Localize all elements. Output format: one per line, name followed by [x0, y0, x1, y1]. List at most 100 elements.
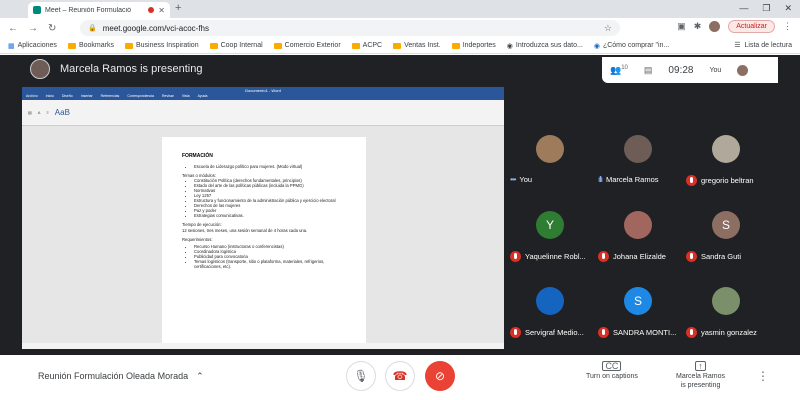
- ribbon-style-sample: AaB: [54, 108, 70, 117]
- word-tab: Ayuda: [197, 94, 208, 98]
- document-page: FORMACIÓN Escuela de Liderazgo político …: [162, 137, 366, 343]
- word-tab: Inicio: [45, 94, 54, 98]
- participant-avatar: [712, 135, 740, 163]
- word-tab: Diseño: [61, 94, 73, 98]
- avatar-initial: S: [721, 218, 730, 232]
- meeting-title: Reunión Formulación Oleada Morada: [38, 371, 189, 381]
- presenter-bar: Marcela Ramos is presenting: [30, 59, 202, 79]
- chat-icon[interactable]: ▤: [644, 65, 653, 76]
- meeting-details[interactable]: Reunión Formulación Oleada Morada ⌃: [38, 371, 204, 382]
- profile-avatar[interactable]: [709, 21, 721, 32]
- bookmark-business-inspiration[interactable]: Business Inspiration: [124, 42, 199, 49]
- participant-name: gregorio beltran: [701, 176, 754, 185]
- participant-tile-sandra-guti[interactable]: S Sandra Guti: [682, 201, 770, 273]
- apps-grid-icon: ▦: [8, 42, 15, 50]
- participant-name: Sandra Guti: [701, 252, 742, 261]
- participant-tile-yasmin[interactable]: yasmin gonzalez: [682, 277, 770, 349]
- site-icon: ◉: [593, 42, 600, 50]
- shared-screen: Documento1 - Word Archivo Inicio Diseño …: [22, 87, 504, 349]
- folder-icon: [67, 42, 76, 49]
- bookmark-comercio-exterior[interactable]: Comercio Exterior: [273, 42, 341, 49]
- bookmark-star-icon[interactable]: ☆: [604, 23, 612, 34]
- leave-call-button[interactable]: ☎: [385, 361, 415, 391]
- recording-indicator-icon: [148, 7, 155, 13]
- folder-icon: [209, 42, 218, 49]
- doc-req-title: Requerimientos:: [182, 236, 213, 242]
- mic-off-icon: [598, 327, 609, 338]
- bookmark-acpc[interactable]: ACPC: [351, 42, 382, 49]
- bookmark-indeportes[interactable]: Indeportes: [451, 42, 496, 49]
- close-window-button[interactable]: ✕: [784, 3, 792, 14]
- folder-icon: [273, 42, 282, 49]
- folder-icon: [393, 42, 402, 49]
- url-text: meet.google.com/vci-acoc-fhs: [102, 23, 209, 33]
- doc-topics-list: Constitución Política (derechos fundamen…: [194, 178, 346, 218]
- self-thumbnail-avatar[interactable]: [737, 64, 749, 76]
- speaking-indicator-icon: •••: [510, 175, 516, 184]
- participant-avatar: [536, 287, 564, 315]
- ribbon-clipboard-icon: ▤: [28, 110, 32, 115]
- lock-icon[interactable]: 🔒: [88, 24, 97, 32]
- participant-tile-gregorio[interactable]: gregorio beltran: [682, 125, 770, 197]
- bookmark-introduzca[interactable]: ◉ Introduzca sus dato...: [507, 42, 583, 50]
- participant-name: Johana Elizalde: [613, 252, 666, 261]
- self-label: You: [709, 66, 722, 74]
- folder-icon: [451, 42, 460, 49]
- address-bar[interactable]: 🔒 meet.google.com/vci-acoc-fhs ☆: [80, 20, 620, 36]
- close-tab-icon[interactable]: ✕: [158, 6, 165, 15]
- word-status-bar: [22, 343, 504, 349]
- meeting-clock: 09:28: [668, 64, 694, 76]
- back-button[interactable]: ←: [8, 23, 18, 34]
- presenting-button[interactable]: ↑ Marcela Ramos is presenting: [676, 361, 725, 389]
- participant-tile-johana[interactable]: Johana Elizalde: [594, 201, 682, 273]
- minimize-button[interactable]: —: [739, 3, 748, 14]
- participant-tile-sandra-monti[interactable]: S SANDRA MONTI...: [594, 277, 682, 349]
- microphone-button[interactable]: 🎙: [346, 361, 376, 391]
- menu-kebab-icon[interactable]: ⋮: [783, 21, 792, 32]
- word-tab: Revisar: [161, 94, 174, 98]
- word-tab: Vista: [181, 94, 190, 98]
- reload-button[interactable]: ↻: [48, 23, 56, 34]
- participant-name: You: [519, 175, 533, 184]
- audio-level-icon: ıllı: [598, 175, 603, 184]
- doc-heading: FORMACIÓN: [182, 153, 213, 159]
- doc-topic-item: Estrategias comunicativas.: [194, 213, 346, 218]
- bookmark-apps[interactable]: ▦ Aplicaciones: [8, 42, 57, 50]
- bookmark-como-comprar[interactable]: ◉ ¿Cómo comprar "in...: [594, 42, 669, 50]
- participant-avatar: [536, 135, 564, 163]
- forward-button[interactable]: →: [28, 23, 38, 34]
- doc-time-text: 12 sesiones, tres meses, una sesión sema…: [182, 227, 308, 233]
- bookmark-coop-internal[interactable]: Coop Internal: [209, 42, 263, 49]
- update-button[interactable]: Actualizar: [728, 20, 775, 33]
- people-button[interactable]: 👥10: [610, 65, 628, 76]
- new-tab-button[interactable]: +: [175, 2, 181, 14]
- extensions-icon[interactable]: ✱: [694, 21, 702, 32]
- ribbon-font-icon: A: [37, 110, 41, 115]
- meet-tab[interactable]: Meet – Reunión Formulació ✕: [28, 2, 170, 18]
- meet-stage: Marcela Ramos is presenting 👥10 ▤ 09:28 …: [0, 55, 800, 355]
- word-title-bar: Documento1 - Word: [22, 87, 504, 94]
- captions-button[interactable]: CC Turn on captions: [586, 361, 638, 380]
- bookmark-ventas-inst[interactable]: Ventas Inst.: [393, 42, 441, 49]
- microphone-icon: 🎙: [353, 369, 369, 383]
- presenting-label-1: Marcela Ramos: [676, 373, 726, 380]
- mic-off-icon: [686, 175, 697, 186]
- bookmark-bookmarks[interactable]: Bookmarks: [67, 42, 114, 49]
- camera-off-button[interactable]: ⊘: [425, 361, 455, 391]
- hangup-icon: ☎: [392, 369, 408, 383]
- word-tab: Archivo: [26, 94, 38, 98]
- more-options-icon[interactable]: ⋮: [757, 369, 769, 383]
- maximize-button[interactable]: ❐: [762, 3, 770, 14]
- ribbon-paragraph-icon: ≡: [46, 110, 49, 115]
- participant-tile-marcela[interactable]: ıllı Marcela Ramos: [594, 125, 682, 197]
- reading-list[interactable]: ☰ Lista de lectura: [734, 41, 792, 50]
- doc-intro-bullet: Escuela de Liderazgo político para mujer…: [194, 164, 346, 169]
- participant-tile-servigraf[interactable]: Servigraf Medio...: [506, 277, 594, 349]
- folder-icon: [351, 42, 360, 49]
- participant-tile-you[interactable]: ••• You: [506, 125, 594, 197]
- doc-req-list: Recurso Humano (instructoras o conferenc…: [194, 244, 346, 269]
- camera-icon[interactable]: ▣: [677, 21, 686, 32]
- participant-tile-yaquelinne[interactable]: Y Yaquelinne Robl...: [506, 201, 594, 273]
- participant-avatar: S: [624, 287, 652, 315]
- meet-control-bar: Reunión Formulación Oleada Morada ⌃ 🎙 ☎ …: [0, 355, 800, 400]
